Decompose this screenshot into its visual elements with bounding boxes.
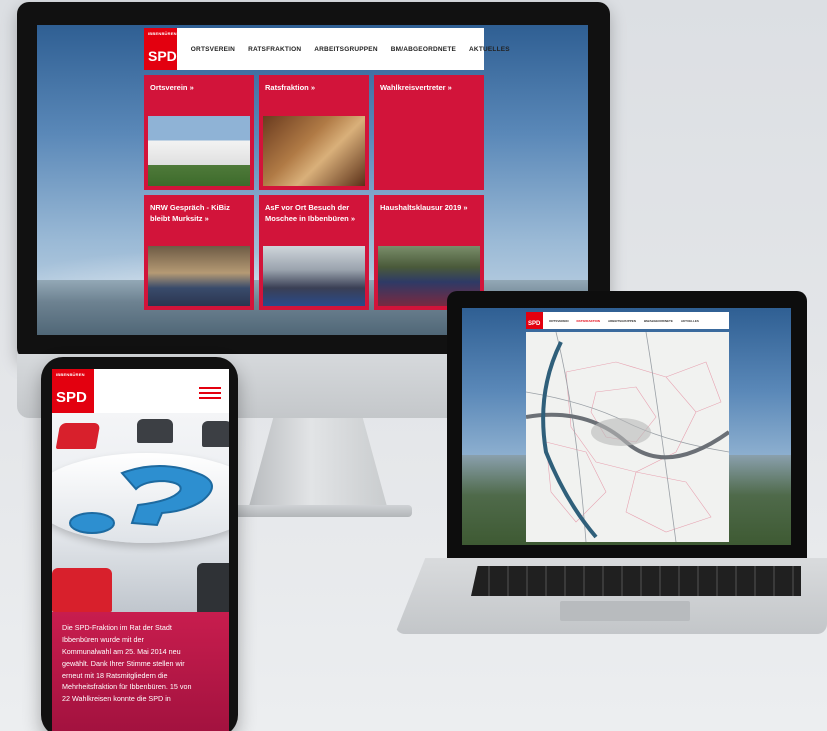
council-chamber-photo bbox=[263, 116, 365, 186]
chair bbox=[55, 423, 101, 449]
main-menu: ORTSVEREIN RATSFRAKTION ARBEITSGRUPPEN B… bbox=[191, 46, 510, 53]
chair bbox=[202, 421, 229, 447]
spd-logo-text: SPD bbox=[148, 48, 177, 64]
tile-title: NRW Gespräch - KiBiz bleibt Murksitz » bbox=[150, 203, 230, 223]
desktop-site-navbar: IBBENBÜREN SPD ORTSVEREIN RATSFRAKTION A… bbox=[144, 28, 510, 70]
main-menu: ORTSVEREIN RATSFRAKTION ARBEITSGRUPPEN B… bbox=[549, 319, 699, 323]
intro-text-block: Die SPD-Fraktion im Rat der Stadt Ibbenb… bbox=[52, 612, 229, 731]
nav-item-bm-abgeordnete[interactable]: BM/ABGEORDNETE bbox=[644, 319, 673, 323]
tile-grid: Ortsverein » Ratsfraktion » Wahlkreisver… bbox=[144, 75, 484, 310]
tile-title: Wahlkreisvertreter » bbox=[380, 83, 452, 92]
nav-item-aktuelles[interactable]: AKTUELLES bbox=[469, 46, 510, 53]
nav-item-arbeitsgruppen[interactable]: ARBEITSGRUPPEN bbox=[608, 319, 636, 323]
chair bbox=[52, 568, 112, 612]
city-map[interactable] bbox=[525, 331, 731, 543]
nav-item-ortsverein[interactable]: ORTSVEREIN bbox=[191, 46, 235, 53]
spd-logo[interactable]: IBBENBÜREN SPD bbox=[52, 369, 94, 413]
laptop-keyboard bbox=[471, 566, 801, 596]
mobile-site-header: IBBENBÜREN SPD bbox=[52, 369, 229, 413]
mosque-visit-photo bbox=[263, 246, 365, 306]
spd-logo[interactable]: IBBENBÜREN SPD bbox=[144, 28, 177, 70]
nav-item-aktuelles[interactable]: AKTUELLES bbox=[681, 319, 699, 323]
spd-logo[interactable]: SPD bbox=[526, 312, 543, 329]
imac-foot bbox=[222, 505, 412, 517]
tile-ratsfraktion[interactable]: Ratsfraktion » bbox=[259, 75, 369, 190]
tile-wahlkreisvertreter[interactable]: Wahlkreisvertreter » bbox=[374, 75, 484, 190]
question-mark-hero-image bbox=[52, 413, 229, 612]
intro-paragraph: Die SPD-Fraktion im Rat der Stadt Ibbenb… bbox=[62, 623, 192, 704]
smartphone-screen: IBBENBÜREN SPD Die SPD-Fraktion im Rat d… bbox=[52, 369, 229, 731]
tile-ortsverein[interactable]: Ortsverein » bbox=[144, 75, 254, 190]
tile-title: Ratsfraktion » bbox=[265, 83, 316, 92]
chair bbox=[137, 419, 173, 443]
laptop-trackpad bbox=[560, 601, 690, 621]
imac-screen: IBBENBÜREN SPD ORTSVEREIN RATSFRAKTION A… bbox=[37, 25, 588, 335]
chair bbox=[197, 563, 229, 612]
spd-logo-text: SPD bbox=[56, 389, 87, 406]
nav-item-ortsverein[interactable]: ORTSVEREIN bbox=[549, 319, 569, 323]
nav-item-arbeitsgruppen[interactable]: ARBEITSGRUPPEN bbox=[314, 46, 377, 53]
laptop-site-navbar: SPD ORTSVEREIN RATSFRAKTION ARBEITSGRUPP… bbox=[526, 312, 729, 329]
hamburger-menu-icon[interactable] bbox=[199, 387, 221, 399]
nav-item-ratsfraktion[interactable]: RATSFRAKTION bbox=[577, 319, 600, 323]
map-graphic bbox=[525, 331, 731, 543]
tile-title: Haushaltsklausur 2019 » bbox=[380, 203, 468, 212]
tile-title: AsF vor Ort Besuch der Moschee in Ibbenb… bbox=[265, 203, 356, 223]
imac-stand bbox=[248, 418, 388, 510]
tile-title: Ortsverein » bbox=[150, 83, 194, 92]
tile-asf-moschee[interactable]: AsF vor Ort Besuch der Moschee in Ibbenb… bbox=[259, 195, 369, 310]
house-photo bbox=[148, 116, 250, 186]
nav-item-bm-abgeordnete[interactable]: BM/ABGEORDNETE bbox=[391, 46, 456, 53]
nav-item-ratsfraktion[interactable]: RATSFRAKTION bbox=[248, 46, 301, 53]
meeting-photo bbox=[148, 246, 250, 306]
question-mark-icon bbox=[69, 465, 213, 534]
spd-logo-text: SPD bbox=[528, 321, 541, 327]
laptop-screen: SPD ORTSVEREIN RATSFRAKTION ARBEITSGRUPP… bbox=[462, 308, 791, 545]
tile-nrw-gespraech[interactable]: NRW Gespräch - KiBiz bleibt Murksitz » bbox=[144, 195, 254, 310]
